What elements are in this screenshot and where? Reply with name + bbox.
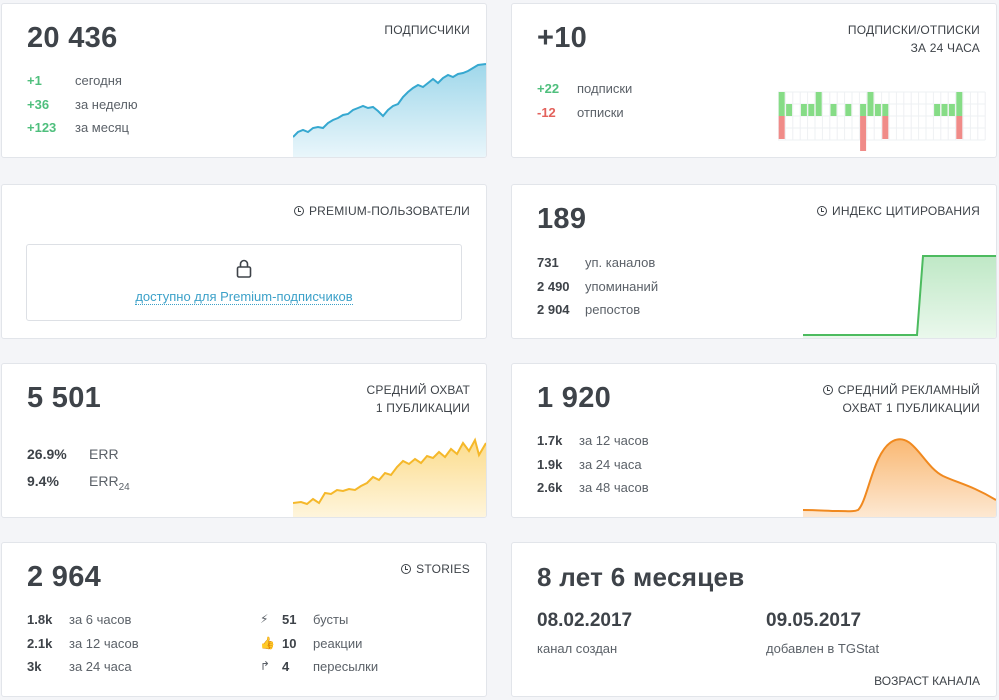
stat-row: 731 уп. каналов (537, 255, 656, 270)
err-row: 26.9% ERR (27, 446, 119, 462)
ad-reach-stats: 1.7k за 12 часов 1.9k за 24 часа 2.6k за 48… (537, 429, 649, 500)
share-arrow-icon: ↱ (260, 659, 271, 673)
err24-row: 9.4% ERR24 (27, 473, 130, 493)
citation-title: индекс цитирования (817, 202, 980, 220)
subscribe-bar (874, 104, 881, 116)
subscribe-bar (786, 104, 793, 116)
stories-card[interactable]: 2 964 stories 1.8k за 6 часов 2.1k за 12 ч… (1, 542, 487, 697)
premium-card[interactable]: premium-пользователи доступно для Premiu… (1, 184, 487, 339)
stat-row: +22 подписки (537, 81, 633, 96)
channel-age-title: возраст канала (874, 674, 980, 688)
subscribe-bar (808, 104, 815, 116)
stories-stats: 1.8k за 6 часов 2.1k за 12 часов 3k за 24 ч… (27, 608, 139, 679)
created-date: 08.02.2017 (537, 610, 633, 631)
subscribe-bar (800, 104, 807, 116)
subscribe-bar (860, 104, 867, 116)
subscribers-count: 20 436 (27, 22, 118, 54)
stat-row: +1 сегодня (27, 73, 122, 88)
subscribe-bar (934, 104, 941, 116)
thumbs-up-icon: 👍 (260, 635, 275, 650)
ad-reach-value: 1 920 (537, 382, 612, 414)
stat-row: 1.7k за 12 часов (537, 433, 649, 448)
stat-row: 1.9k за 24 часа (537, 456, 642, 472)
citation-card[interactable]: 189 индекс цитирования 731 уп. каналов 2 … (511, 184, 997, 339)
unsubscribe-bar (956, 116, 963, 139)
subscribe-bar (778, 92, 785, 116)
stat-row: 2.1k за 12 часов (27, 635, 139, 651)
stories-title: stories (401, 560, 470, 578)
clock-icon (817, 206, 828, 216)
reaction-row: ↱ 4 пересылки (260, 655, 378, 679)
stat-row: 3k за 24 часа (27, 659, 132, 674)
channel-age-card[interactable]: 8 лет 6 месяцев 08.02.2017 канал создан … (511, 542, 997, 697)
subs-unsubs-title: подписки/отписки за 24 часа (847, 23, 980, 55)
premium-link[interactable]: доступно для Premium-подписчиков (27, 289, 461, 305)
lightning-icon: ⚡ (260, 612, 269, 626)
subs-unsubs-bar-chart (778, 91, 986, 151)
created-label: канал создан (537, 641, 618, 656)
subscribers-stats: +1 сегодня +36 за неделю +123 за месяц (27, 69, 138, 140)
reach-card[interactable]: 5 501 средний охват 1 публикации 26.9% ER… (1, 363, 487, 518)
stat-row: 2 904 репостов (537, 302, 641, 317)
citation-stats: 731 уп. каналов 2 490 упоминаний 2 904 репо… (537, 251, 658, 322)
stories-reactions: ⚡ 51 бусты 👍 10 реакции ↱ 4 пересылки (260, 608, 378, 679)
err-stats: 26.9% ERR 9.4% ERR24 (27, 441, 130, 501)
ad-reach-card[interactable]: 1 920 средний рекламный охват 1 публикац… (511, 363, 997, 518)
reaction-row: 👍 10 реакции (260, 632, 378, 656)
ad-reach-title: средний рекламный охват 1 публикации (822, 381, 980, 417)
reach-sparkline (293, 437, 486, 517)
stat-row: 2.6k за 48 часов (537, 480, 649, 495)
clock-icon (822, 385, 833, 395)
stat-row: +123 за месяц (27, 120, 129, 135)
unsubscribe-bar (778, 116, 785, 139)
reach-value: 5 501 (27, 382, 102, 414)
subscribe-bar (956, 92, 963, 116)
subs-unsubs-stats: +22 подписки -12 отписки (537, 77, 632, 124)
lock-icon (236, 259, 252, 278)
ad-reach-chart (803, 438, 996, 517)
unsubscribe-bar (882, 116, 889, 139)
citation-chart (803, 255, 996, 338)
subscribe-bar (867, 92, 874, 116)
stat-row: 1.8k за 6 часов (27, 612, 132, 627)
subscribers-title: подписчики (384, 23, 470, 37)
premium-lock-box[interactable]: доступно для Premium-подписчиков (26, 244, 462, 321)
stat-row: 2 490 упоминаний (537, 278, 659, 294)
subscribe-bar (815, 92, 822, 116)
subscribe-bar (882, 104, 889, 116)
clock-icon (293, 206, 304, 216)
subscribers-sparkline (293, 63, 486, 157)
reaction-row: ⚡ 51 бусты (260, 608, 378, 632)
subscribers-card[interactable]: 20 436 подписчики +1 сегодня +36 за неделю… (1, 3, 487, 158)
subscribe-bar (941, 104, 948, 116)
stat-row: -12 отписки (537, 104, 624, 120)
stories-value: 2 964 (27, 561, 102, 593)
premium-title: premium-пользователи (293, 202, 470, 220)
subscribe-bar (948, 104, 955, 116)
clock-icon (401, 564, 412, 574)
added-label: добавлен в TGStat (766, 641, 880, 656)
added-date: 09.05.2017 (766, 610, 862, 631)
subscribe-bar (830, 104, 837, 116)
reach-title: средний охват 1 публикации (366, 383, 470, 415)
unsubscribe-bar (860, 116, 867, 151)
stat-row: +36 за неделю (27, 96, 138, 112)
net-change: +10 (537, 22, 588, 54)
subscribe-bar (845, 104, 852, 116)
subs-unsubs-card[interactable]: +10 подписки/отписки за 24 часа +22 подпи… (511, 3, 997, 158)
channel-age: 8 лет 6 месяцев (537, 562, 745, 592)
citation-index: 189 (537, 203, 587, 235)
